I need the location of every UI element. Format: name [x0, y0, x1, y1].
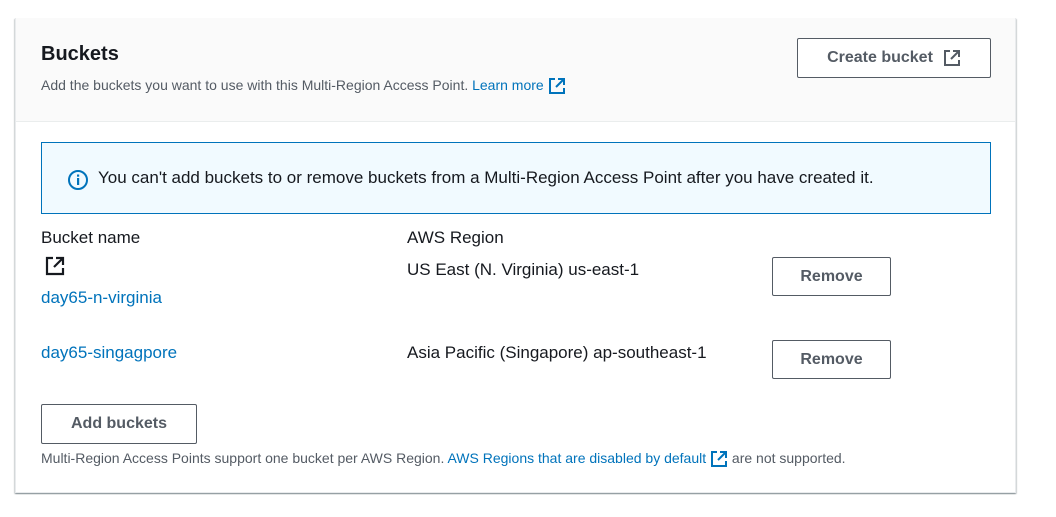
remove-label: Remove — [800, 350, 863, 368]
section-description: Add the buckets you want to use with thi… — [41, 77, 566, 95]
info-icon — [68, 170, 88, 190]
create-bucket-button[interactable]: Create bucket — [797, 38, 991, 78]
external-link-icon — [711, 451, 728, 468]
footer-prefix: Multi-Region Access Points support one b… — [41, 450, 445, 466]
remove-button[interactable]: Remove — [772, 257, 891, 296]
footer-note: Multi-Region Access Points support one b… — [41, 450, 846, 468]
disabled-regions-label: AWS Regions that are disabled by default — [447, 450, 707, 466]
external-link-icon[interactable] — [45, 256, 65, 276]
bucket-link-n-virginia[interactable]: day65-n-virginia — [41, 288, 162, 308]
alert-message: You can't add buckets to or remove bucke… — [98, 168, 874, 187]
region-cell: US East (N. Virginia) us-east-1 — [407, 260, 640, 279]
learn-more-label: Learn more — [472, 77, 544, 93]
add-buckets-label: Add buckets — [70, 415, 167, 432]
column-header-aws-region: AWS Region — [407, 228, 504, 247]
remove-label: Remove — [800, 267, 863, 285]
region-cell: Asia Pacific (Singapore) ap-southeast-1 — [407, 343, 707, 362]
external-link-icon — [943, 50, 960, 66]
add-buckets-button[interactable]: Add buckets — [41, 404, 197, 444]
remove-button[interactable]: Remove — [772, 340, 891, 379]
buckets-panel: Buckets Add the buckets you want to use … — [15, 18, 1016, 493]
bucket-link-singapore[interactable]: day65-singagpore — [41, 343, 177, 363]
disabled-regions-link[interactable]: AWS Regions that are disabled by default — [447, 450, 731, 468]
footer-suffix: are not supported. — [731, 450, 846, 466]
learn-more-link[interactable]: Learn more — [472, 77, 565, 95]
create-bucket-label: Create bucket — [827, 49, 933, 66]
description-text: Add the buckets you want to use with thi… — [41, 77, 469, 93]
info-alert: You can't add buckets to or remove bucke… — [41, 142, 991, 214]
column-header-bucket-name: Bucket name — [41, 228, 141, 247]
external-link-icon — [548, 78, 565, 95]
section-title: Buckets — [41, 43, 119, 65]
panel-header: Buckets Add the buckets you want to use … — [16, 18, 1015, 122]
